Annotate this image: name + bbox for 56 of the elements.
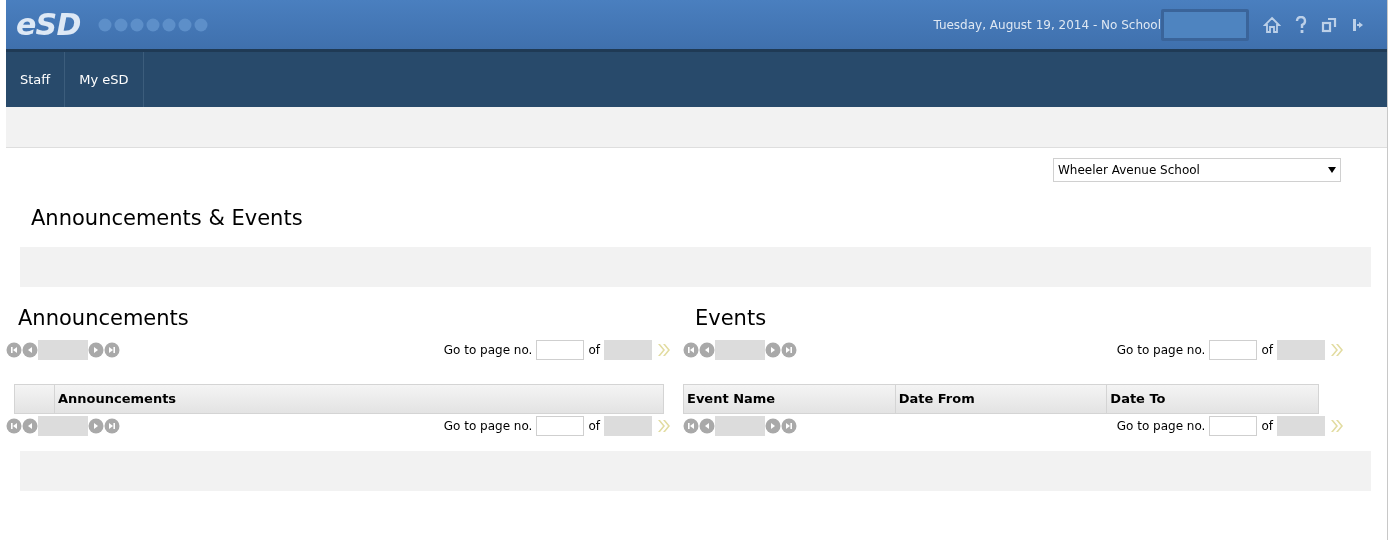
first-page-icon[interactable] <box>6 418 22 434</box>
of-label: of <box>588 342 600 359</box>
go-to-page-label: Go to page no. <box>443 342 533 359</box>
page-input-field[interactable] <box>536 416 585 436</box>
column-header[interactable]: Date To <box>1106 385 1318 413</box>
page-number-field[interactable] <box>715 340 765 360</box>
first-page-icon[interactable] <box>6 342 22 358</box>
of-label: of <box>1261 342 1273 359</box>
go-to-page-label: Go to page no. <box>443 418 533 435</box>
of-label: of <box>1261 418 1273 435</box>
header-field[interactable] <box>1161 8 1249 41</box>
page-input-field[interactable] <box>536 340 585 360</box>
page-input-field[interactable] <box>1209 340 1258 360</box>
go-arrow-icon[interactable] <box>656 342 672 358</box>
section-heading: Announcements <box>18 305 190 332</box>
column-header[interactable]: Announcements <box>55 385 663 413</box>
section-heading: Events <box>695 305 768 332</box>
previous-page-icon[interactable] <box>22 342 38 358</box>
first-page-icon[interactable] <box>683 342 699 358</box>
page-input-field[interactable] <box>1209 416 1258 436</box>
page-number-field[interactable] <box>715 416 765 436</box>
page-number-field[interactable] <box>38 416 88 436</box>
go-to-page-label: Go to page no. <box>1116 418 1206 435</box>
total-pages-field <box>604 340 652 360</box>
last-page-icon[interactable] <box>781 418 797 434</box>
previous-page-icon[interactable] <box>699 418 715 434</box>
next-page-icon[interactable] <box>88 342 104 358</box>
total-pages-field <box>1277 416 1325 436</box>
column-header[interactable]: Date From <box>894 385 1107 413</box>
total-pages-field <box>1277 340 1325 360</box>
dropdown-arrow-icon <box>1328 167 1336 173</box>
home-icon[interactable] <box>1263 15 1281 34</box>
date-status: Tuesday, August 19, 2014 - No School <box>933 16 1161 34</box>
column-header[interactable]: Event Name <box>684 385 895 413</box>
last-page-icon[interactable] <box>104 342 120 358</box>
school-select[interactable]: Wheeler Avenue School <box>1053 158 1341 182</box>
last-page-icon[interactable] <box>104 418 120 434</box>
go-arrow-icon[interactable] <box>1329 418 1345 434</box>
previous-page-icon[interactable] <box>22 418 38 434</box>
page-title: Announcements & Events <box>31 205 304 232</box>
next-page-icon[interactable] <box>765 418 781 434</box>
help-icon[interactable] <box>1295 15 1307 34</box>
total-pages-field <box>604 416 652 436</box>
dots-icon <box>96 16 209 33</box>
go-arrow-icon[interactable] <box>656 418 672 434</box>
next-page-icon[interactable] <box>88 418 104 434</box>
go-arrow-icon[interactable] <box>1329 342 1345 358</box>
go-to-page-label: Go to page no. <box>1116 342 1206 359</box>
of-label: of <box>588 418 600 435</box>
logo[interactable]: eSD <box>16 2 81 47</box>
last-page-icon[interactable] <box>781 342 797 358</box>
next-page-icon[interactable] <box>765 342 781 358</box>
windows-icon[interactable] <box>1321 16 1337 33</box>
previous-page-icon[interactable] <box>699 342 715 358</box>
page-number-field[interactable] <box>38 340 88 360</box>
first-page-icon[interactable] <box>683 418 699 434</box>
